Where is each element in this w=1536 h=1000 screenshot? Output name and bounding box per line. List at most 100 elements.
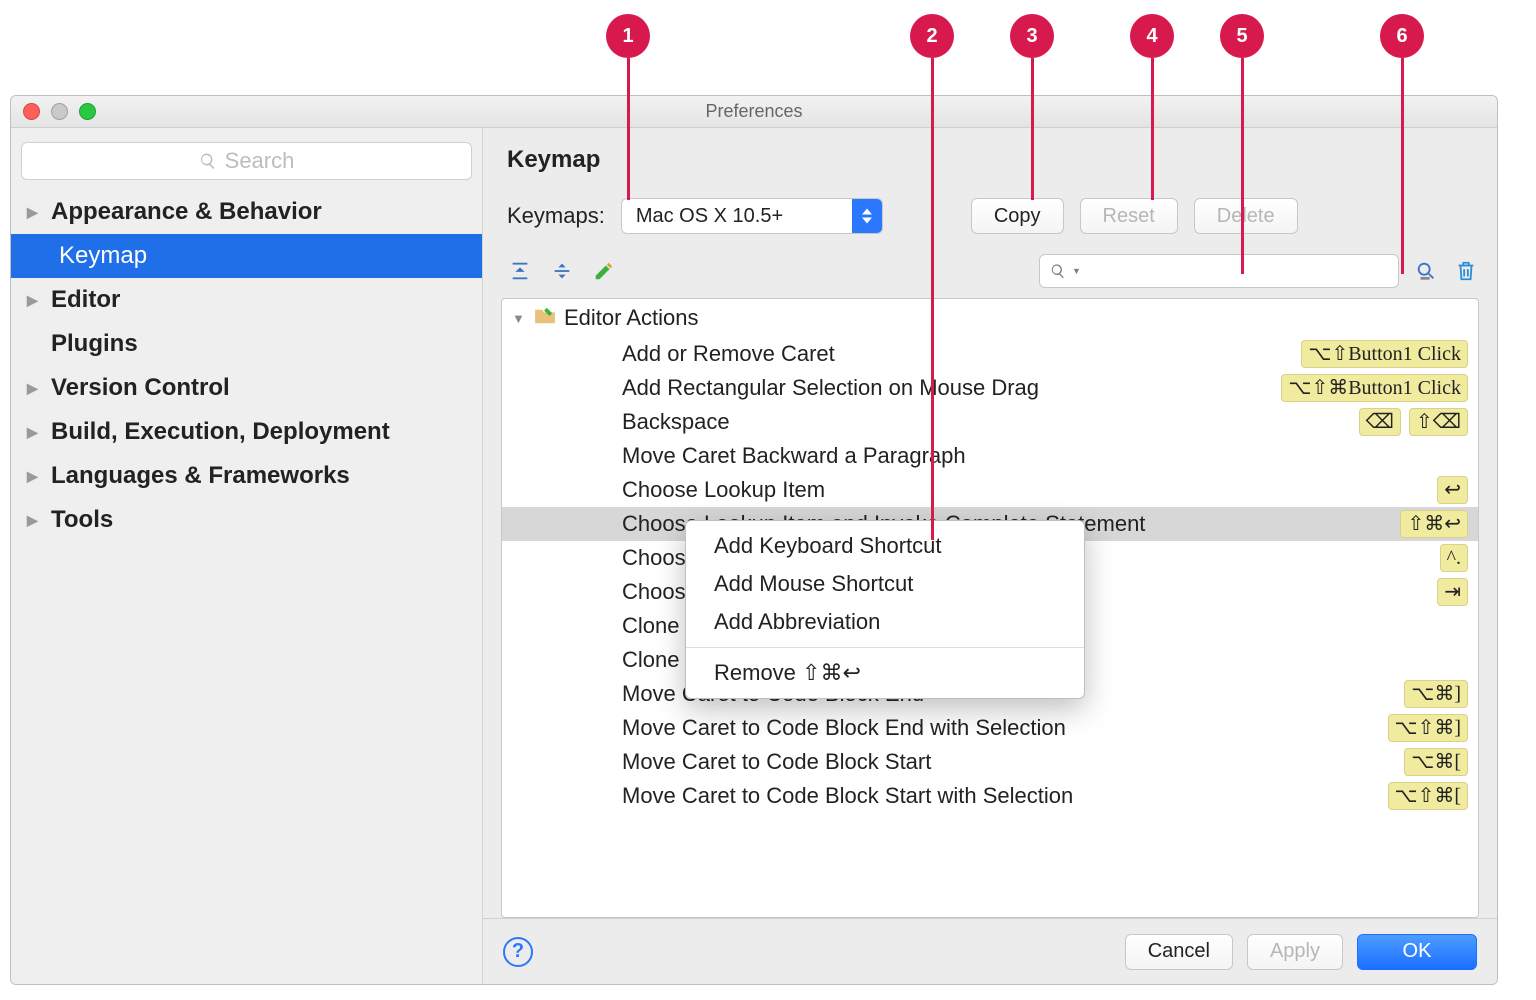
sidebar: Search ▶ Appearance & Behavior Keymap ▶ Edit… [11,128,483,984]
edit-icon[interactable] [591,258,617,284]
titlebar[interactable]: Preferences [11,96,1497,128]
expand-all-icon[interactable] [507,258,533,284]
panel-title: Keymap [507,146,1479,174]
tree-row[interactable]: Move Caret to Code Block End with Select… [502,711,1478,745]
ctx-add-mouse-shortcut[interactable]: Add Mouse Shortcut [686,565,1084,603]
shortcut-chip: ⇥ [1437,578,1468,606]
sidebar-item-label: Tools [51,506,113,534]
sidebar-item-label: Plugins [51,330,138,358]
shortcut-chips: ⌥⇧⌘] [1388,714,1468,742]
filter-input[interactable]: ▼ [1039,254,1399,288]
shortcut-chips: ⌥⇧Button1 Click [1301,340,1468,368]
sidebar-item-keymap[interactable]: Keymap [11,234,482,278]
shortcut-chip: ⌥⇧⌘Button1 Click [1281,374,1468,402]
search-icon [199,152,217,170]
shortcut-chip: ⌫ [1359,408,1401,436]
shortcut-chip: ⌥⌘[ [1404,748,1468,776]
disclosure-icon: ▼ [512,311,526,326]
sidebar-item-version-control[interactable]: ▶ Version Control [11,366,482,410]
shortcut-chips: ^. [1440,544,1468,572]
callout-6: 6 [1380,14,1424,58]
keymaps-value: Mac OS X 10.5+ [622,205,852,228]
action-label: Move Caret to Code Block Start [622,749,931,775]
sidebar-item-tools[interactable]: ▶ Tools [11,498,482,542]
shortcut-chip: ⌥⌘] [1404,680,1468,708]
callout-4: 4 [1130,14,1174,58]
search-input[interactable]: Search [21,142,472,180]
disclosure-icon: ▶ [27,292,41,309]
search-icon [1050,263,1066,279]
context-menu: Add Keyboard Shortcut Add Mouse Shortcut… [685,520,1085,699]
tree-row[interactable]: Move Caret Backward a Paragraph [502,439,1478,473]
sidebar-item-appearance-behavior[interactable]: ▶ Appearance & Behavior [11,190,482,234]
shortcut-chips: ↩ [1437,476,1468,504]
ctx-remove-shortcut[interactable]: Remove ⇧⌘↩ [686,654,1084,692]
sidebar-item-plugins[interactable]: Plugins [11,322,482,366]
reset-button[interactable]: Reset [1080,198,1178,234]
ctx-add-keyboard-shortcut[interactable]: Add Keyboard Shortcut [686,527,1084,565]
select-arrows-icon [852,199,882,233]
collapse-all-icon[interactable] [549,258,575,284]
sidebar-item-label: Version Control [51,374,230,402]
disclosure-icon: ▶ [27,204,41,221]
disclosure-icon: ▶ [27,380,41,397]
callout-2: 2 [910,14,954,58]
folder-icon [534,305,556,331]
find-action-by-shortcut-icon[interactable] [1413,258,1439,284]
action-label: Choose Lookup Item [622,477,825,503]
tree-row[interactable]: Move Caret to Code Block Start with Sele… [502,779,1478,813]
shortcut-chips: ⇥ [1437,578,1468,606]
keymaps-label: Keymaps: [507,203,605,229]
tree-row[interactable]: Backspace ⌫ ⇧⌫ [502,405,1478,439]
callout-1: 1 [606,14,650,58]
sidebar-item-label: Appearance & Behavior [51,198,322,226]
shortcut-chip: ⇧⌘↩ [1400,510,1468,538]
tree-row[interactable]: Move Caret to Code Block Start ⌥⌘[ [502,745,1478,779]
sidebar-item-label: Keymap [59,242,147,270]
disclosure-icon: ▶ [27,512,41,529]
callout-3: 3 [1010,14,1054,58]
tree-row[interactable]: Add Rectangular Selection on Mouse Drag⌥… [502,371,1478,405]
shortcut-chips: ⇧⌘↩ [1400,510,1468,538]
shortcut-chip: ↩ [1437,476,1468,504]
sidebar-item-label: Editor [51,286,120,314]
apply-button[interactable]: Apply [1247,934,1343,970]
action-label: Move Caret to Code Block Start with Sele… [622,783,1073,809]
sidebar-item-editor[interactable]: ▶ Editor [11,278,482,322]
shortcut-chips: ⌥⌘] [1404,680,1468,708]
copy-button[interactable]: Copy [971,198,1064,234]
ctx-separator [686,647,1084,648]
action-label: Add or Remove Caret [622,341,835,367]
action-label: Backspace [622,409,730,435]
action-label: Move Caret to Code Block End with Select… [622,715,1066,741]
shortcut-chip: ⇧⌫ [1409,408,1468,436]
footer: ? Cancel Apply OK [483,918,1497,984]
shortcut-chips: ⌥⇧⌘Button1 Click [1281,374,1468,402]
tree-row[interactable]: Add or Remove Caret ⌥⇧Button1 Click [502,337,1478,371]
window-title: Preferences [11,101,1497,122]
callout-5: 5 [1220,14,1264,58]
shortcut-chips: ⌥⇧⌘[ [1388,782,1468,810]
shortcut-chip: ⌥⇧Button1 Click [1301,340,1468,368]
tree-group-header[interactable]: ▼Editor Actions [502,299,1478,337]
help-button[interactable]: ? [503,937,533,967]
search-placeholder: Search [225,148,295,174]
cancel-button[interactable]: Cancel [1125,934,1233,970]
ctx-add-abbreviation[interactable]: Add Abbreviation [686,603,1084,641]
sidebar-item-label: Languages & Frameworks [51,462,350,490]
sidebar-item-languages-frameworks[interactable]: ▶ Languages & Frameworks [11,454,482,498]
sidebar-item-build-execution-deployment[interactable]: ▶ Build, Execution, Deployment [11,410,482,454]
shortcut-chip: ⌥⇧⌘[ [1388,782,1468,810]
dropdown-icon: ▼ [1072,266,1081,276]
keymaps-select[interactable]: Mac OS X 10.5+ [621,198,883,234]
disclosure-icon: ▶ [27,424,41,441]
sidebar-list: ▶ Appearance & Behavior Keymap ▶ Editor Plugi… [11,190,482,984]
sidebar-item-label: Build, Execution, Deployment [51,418,390,446]
shortcut-chip: ^. [1440,544,1468,572]
ok-button[interactable]: OK [1357,934,1477,970]
trash-icon[interactable] [1453,258,1479,284]
tree-row[interactable]: Choose Lookup Item ↩ [502,473,1478,507]
disclosure-icon: ▶ [27,468,41,485]
shortcut-chip: ⌥⇧⌘] [1388,714,1468,742]
delete-button[interactable]: Delete [1194,198,1298,234]
